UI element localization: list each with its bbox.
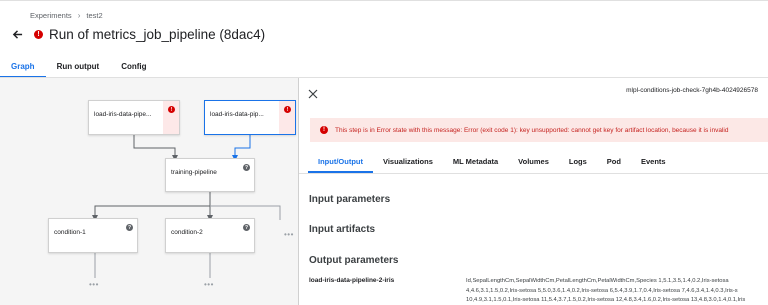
node-label: load-iris-data-pip... <box>210 111 264 118</box>
unknown-status-icon: ? <box>126 224 133 231</box>
output-param-key: load-iris-data-pipeline-2-iris <box>309 277 395 284</box>
output-parameters-heading: Output parameters <box>309 255 399 266</box>
node-condition-2[interactable]: condition-2 ? <box>165 218 255 253</box>
node-label: condition-1 <box>54 229 86 236</box>
value-line: 4,4.6,3.1,1.5,0.2,Iris-setosa 5,5.0,3.6,… <box>466 287 738 294</box>
input-parameters-heading: Input parameters <box>309 194 391 205</box>
node-condition-1[interactable]: condition-1 ? <box>48 218 138 253</box>
unknown-status-icon: ? <box>243 164 250 171</box>
node-label: load-iris-data-pipe... <box>94 111 152 118</box>
tab-input-output[interactable]: Input/Output <box>308 153 373 173</box>
tab-events[interactable]: Events <box>631 153 676 173</box>
tab-visualizations[interactable]: Visualizations <box>373 153 443 173</box>
back-arrow-icon[interactable] <box>10 27 24 41</box>
value-line: 10,4.9,3.1,1.5,0.1,Iris-setosa 11,5.4,3.… <box>466 297 746 303</box>
page-header: ! Run of metrics_job_pipeline (8dac4) <box>10 25 265 43</box>
error-status-icon: ! <box>34 29 43 39</box>
step-run-id: mlpl-conditions-job-check-7gh4b-40249265… <box>626 87 758 94</box>
tab-ml-metadata[interactable]: ML Metadata <box>443 153 508 173</box>
unknown-status-icon: ? <box>243 224 250 231</box>
tab-graph[interactable]: Graph <box>0 56 46 78</box>
breadcrumb-separator: › <box>77 11 81 20</box>
output-param-value: Id,SepalLengthCm,SepalWidthCm,PetalLengt… <box>466 277 768 305</box>
tab-run-output[interactable]: Run output <box>46 56 111 78</box>
tab-volumes[interactable]: Volumes <box>508 153 559 173</box>
breadcrumb-experiment[interactable]: test2 <box>86 11 102 20</box>
tab-pod[interactable]: Pod <box>597 153 631 173</box>
error-icon: ! <box>284 106 291 113</box>
panel-tabs: Input/Output Visualizations ML Metadata … <box>308 153 676 173</box>
node-load-iris-data-1[interactable]: load-iris-data-pipe... ! <box>88 100 180 135</box>
more-nodes-icon[interactable]: ••• <box>204 280 214 289</box>
more-nodes-icon[interactable]: ••• <box>89 280 99 289</box>
error-icon: ! <box>168 106 175 113</box>
top-divider <box>0 0 768 1</box>
error-banner: ! This step is in Error state with this … <box>310 118 768 142</box>
more-nodes-icon[interactable]: ••• <box>284 230 294 239</box>
pipeline-graph[interactable]: load-iris-data-pipe... ! load-iris-data-… <box>0 78 298 305</box>
value-line: Id,SepalLengthCm,SepalWidthCm,PetalLengt… <box>466 278 729 284</box>
tab-logs[interactable]: Logs <box>559 153 597 173</box>
node-training-pipeline[interactable]: training-pipeline ? <box>165 158 255 192</box>
breadcrumb-experiments[interactable]: Experiments <box>30 11 72 20</box>
panel-tabs-divider <box>299 173 768 174</box>
node-load-iris-data-2[interactable]: load-iris-data-pip... ! <box>204 100 296 135</box>
node-label: condition-2 <box>171 229 203 236</box>
breadcrumb: Experiments › test2 <box>30 11 103 20</box>
input-artifacts-heading: Input artifacts <box>309 224 376 235</box>
tab-config[interactable]: Config <box>110 56 157 78</box>
run-tabs: Graph Run output Config <box>0 56 158 78</box>
step-details-panel: mlpl-conditions-job-check-7gh4b-40249265… <box>299 78 768 305</box>
page-title: Run of metrics_job_pipeline (8dac4) <box>49 26 266 42</box>
close-icon[interactable] <box>308 86 320 99</box>
error-icon: ! <box>320 126 328 134</box>
error-message: This step is in Error state with this me… <box>335 126 729 134</box>
node-label: training-pipeline <box>171 169 217 176</box>
